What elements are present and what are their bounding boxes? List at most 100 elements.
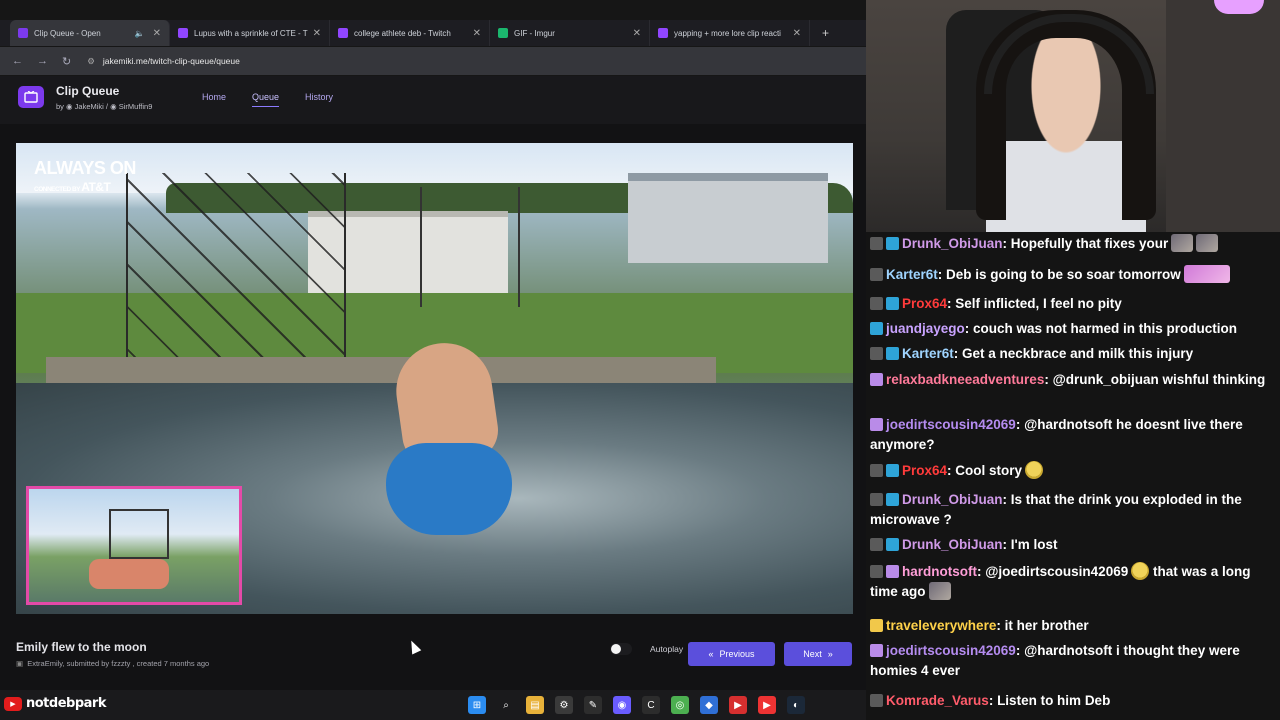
clip-channel[interactable]: ExtraEmily [27, 659, 62, 668]
close-tab-icon[interactable]: ✕ [633, 28, 641, 39]
close-tab-icon[interactable]: ✕ [313, 28, 321, 39]
steam-icon[interactable]: ◐ [787, 696, 805, 714]
chat-message: Prox64: Cool story [870, 461, 1044, 481]
bits-badge-icon[interactable] [870, 619, 883, 632]
webcam-feed [866, 0, 1280, 232]
previous-button[interactable]: « Previous [688, 642, 775, 666]
app-nav: Home Queue History [202, 92, 333, 107]
chat-username[interactable]: Drunk_ObiJuan [902, 537, 1003, 552]
chat-username[interactable]: Karter6t [886, 267, 938, 282]
chat-username[interactable]: Drunk_ObiJuan [902, 492, 1003, 507]
tab-title: yapping + more lore clip reacti [674, 28, 781, 38]
chat-text: Deb is going to be so soar tomorrow [946, 267, 1181, 282]
file-explorer-icon[interactable]: ▤ [526, 696, 544, 714]
chat-username[interactable]: hardnotsoft [902, 564, 977, 579]
double-chevron-right-icon: » [827, 649, 833, 659]
video-building [628, 173, 828, 263]
prime-badge-icon[interactable] [886, 493, 899, 506]
chat-username[interactable]: joedirtscousin42069 [886, 417, 1016, 432]
url-text: jakemiki.me/twitch-clip-queue/queue [102, 55, 240, 66]
mod-badge-icon[interactable] [870, 237, 883, 250]
autoplay-toggle[interactable] [610, 643, 632, 655]
autoplay-label: Autoplay [650, 644, 684, 654]
close-tab-icon[interactable]: ✕ [153, 28, 161, 39]
main-content: ALWAYS ON CONNECTED BY AT&T Emily flew t… [0, 124, 866, 690]
mod-badge-icon[interactable] [870, 565, 883, 578]
youtube-app-icon[interactable]: ▶ [758, 696, 776, 714]
author-link[interactable]: SirMuffin9 [119, 102, 153, 111]
tab-lupus[interactable]: Lupus with a sprinkle of CTE - T ✕ [170, 20, 330, 46]
chrome-icon[interactable]: ◎ [671, 696, 689, 714]
nav-history[interactable]: History [305, 92, 333, 107]
reload-icon[interactable]: ↻ [62, 55, 71, 68]
mod-badge-icon[interactable] [870, 464, 883, 477]
sub-badge-icon[interactable] [870, 644, 883, 657]
prime-badge-icon[interactable] [870, 322, 883, 335]
mod-badge-icon[interactable] [870, 538, 883, 551]
close-tab-icon[interactable]: ✕ [793, 28, 801, 39]
autoplay-control: Autoplay [610, 643, 683, 655]
app-icon[interactable]: ◆ [700, 696, 718, 714]
chat-panel: Drunk_ObiJuan: Hopefully that fixes your… [866, 232, 1280, 720]
back-arrow-icon[interactable]: ← [12, 55, 23, 67]
ccleaner-icon[interactable]: C [642, 696, 660, 714]
discord-icon[interactable]: ◉ [613, 696, 631, 714]
author-link[interactable]: JakeMiki [75, 102, 104, 111]
sub-badge-icon[interactable] [870, 373, 883, 386]
forward-arrow-icon[interactable]: → [37, 55, 48, 67]
browser-window: Clip Queue - Open 🔈 ✕ Lupus with a sprin… [0, 0, 866, 690]
clip-meta-rest: , submitted by fzzzty , created 7 months… [62, 659, 210, 668]
prime-badge-icon[interactable] [886, 297, 899, 310]
chat-username[interactable]: joedirtscousin42069 [886, 643, 1016, 658]
next-button[interactable]: Next » [784, 642, 852, 666]
windows-start-icon[interactable]: ⊞ [468, 696, 486, 714]
chat-message: Drunk_ObiJuan: Hopefully that fixes your [870, 234, 1219, 254]
site-info-icon[interactable]: ⚙ [87, 56, 95, 66]
tab-college-athlete[interactable]: college athlete deb - Twitch ✕ [330, 20, 490, 46]
chat-text: Listen to him Deb [997, 693, 1111, 708]
tab-clip-queue[interactable]: Clip Queue - Open 🔈 ✕ [10, 20, 170, 46]
prime-badge-icon[interactable] [886, 347, 899, 360]
stream-channel-name: notdebpark [26, 696, 106, 711]
mod-badge-icon[interactable] [870, 694, 883, 707]
nav-queue[interactable]: Queue [252, 92, 280, 107]
mod-badge-icon[interactable] [870, 297, 883, 310]
video-blob-bottom [386, 443, 512, 535]
close-tab-icon[interactable]: ✕ [473, 28, 481, 39]
clip-title: Emily flew to the moon [16, 640, 147, 654]
chat-username[interactable]: traveleverywhere [886, 618, 996, 633]
github-icon: ◉ [66, 102, 73, 111]
chat-username[interactable]: Karter6t [902, 346, 954, 361]
new-tab-icon[interactable]: + [822, 26, 829, 40]
nav-home[interactable]: Home [202, 92, 226, 107]
settings-gear-icon[interactable]: ⚙ [555, 696, 573, 714]
chat-username[interactable]: Prox64 [902, 463, 947, 478]
prime-badge-icon[interactable] [886, 237, 899, 250]
chat-message: Komrade_Varus: Listen to him Deb [870, 691, 1110, 711]
chat-username[interactable]: Drunk_ObiJuan [902, 236, 1003, 251]
mod-badge-icon[interactable] [870, 493, 883, 506]
tab-imgur[interactable]: GIF - Imgur ✕ [490, 20, 650, 46]
prime-badge-icon[interactable] [886, 538, 899, 551]
chat-username[interactable]: relaxbadkneeadventures [886, 372, 1044, 387]
sub-badge-icon[interactable] [886, 565, 899, 578]
mod-badge-icon[interactable] [870, 347, 883, 360]
chat-text: I'm lost [1010, 537, 1058, 552]
clip-queue-logo-icon [18, 86, 44, 108]
url-field[interactable]: ⚙ jakemiki.me/twitch-clip-queue/queue [87, 56, 240, 67]
chat-username[interactable]: juandjayego [886, 321, 965, 336]
prime-badge-icon[interactable] [886, 464, 899, 477]
red-app-icon[interactable]: ▶ [729, 696, 747, 714]
mod-badge-icon[interactable] [870, 268, 883, 281]
speaker-icon[interactable]: 🔈 [135, 29, 145, 38]
tab-yapping[interactable]: yapping + more lore clip reacti ✕ [650, 20, 810, 46]
search-icon[interactable]: ⌕ [497, 696, 515, 714]
sub-badge-icon[interactable] [870, 418, 883, 431]
chat-username[interactable]: Komrade_Varus [886, 693, 989, 708]
chat-text: @joedirtscousin42069 [985, 564, 1129, 579]
twitch-favicon-icon [178, 28, 188, 38]
chat-text: couch was not harmed in this production [973, 321, 1238, 336]
chat-username[interactable]: Prox64 [902, 296, 947, 311]
notepad-icon[interactable]: ✎ [584, 696, 602, 714]
clip-video-player[interactable]: ALWAYS ON CONNECTED BY AT&T [16, 143, 853, 614]
